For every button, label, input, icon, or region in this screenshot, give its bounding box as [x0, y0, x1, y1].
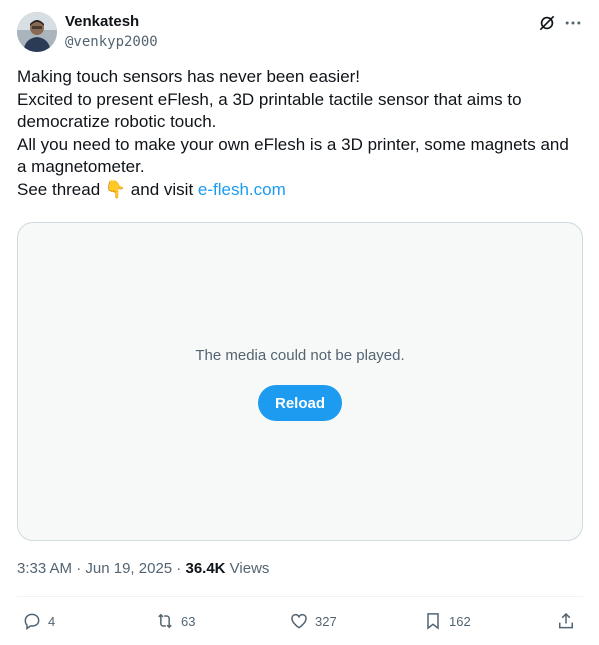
author-name[interactable]: Venkatesh — [65, 13, 139, 30]
heart-icon — [291, 613, 307, 629]
grok-slash-icon[interactable] — [536, 12, 558, 34]
repost-button[interactable]: 63 — [155, 609, 195, 633]
media-player: The media could not be played. Reload — [17, 222, 583, 541]
tweet-line: democratize robotic touch. — [17, 112, 217, 131]
more-horizontal-icon[interactable] — [562, 12, 584, 34]
website-link[interactable]: e-flesh.com — [198, 180, 286, 199]
profile-photo-icon — [17, 12, 57, 52]
tweet-text: Making touch sensors has never been easi… — [17, 66, 587, 201]
tweet-line: All you need to make your own eFlesh is … — [17, 134, 569, 154]
tweet-line: Excited to present eFlesh, a 3D printabl… — [17, 89, 522, 109]
author-handle[interactable]: @venkyp2000 — [65, 34, 158, 50]
views-label: Views — [225, 560, 270, 577]
meta-separator: · — [172, 560, 186, 577]
and-visit-text: and visit — [126, 179, 198, 199]
tweet-meta: 3:33 AM · Jun 19, 2025 · 36.4K Views — [17, 560, 269, 577]
share-icon — [559, 612, 573, 629]
like-count: 327 — [315, 613, 337, 629]
tweet-time[interactable]: 3:33 AM — [17, 560, 72, 577]
avatar[interactable] — [17, 12, 57, 52]
bookmark-button[interactable]: 162 — [423, 609, 471, 633]
tweet-line: Making touch sensors has never been easi… — [17, 67, 361, 86]
like-button[interactable]: 327 — [289, 609, 337, 633]
reply-icon — [24, 613, 40, 630]
divider — [17, 596, 583, 597]
reply-count: 4 — [48, 613, 56, 629]
meta-separator: · — [72, 560, 86, 577]
repost-icon — [158, 613, 172, 629]
bookmark-count: 162 — [449, 613, 471, 629]
bookmark-icon — [427, 613, 439, 630]
repost-count: 63 — [181, 613, 196, 629]
pointing-down-emoji-icon: 👇 — [104, 179, 127, 200]
see-thread-text: See thread — [17, 179, 105, 199]
views-count: 36.4K — [185, 560, 226, 577]
tweet-line-last: See thread 👇 and visit e-flesh.com — [17, 179, 587, 202]
reload-button[interactable]: Reload — [258, 385, 342, 421]
tweet-line: a magnetometer. — [17, 157, 145, 176]
reply-button[interactable]: 4 — [22, 609, 55, 633]
media-error-message: The media could not be played. — [195, 347, 405, 364]
tweet-date[interactable]: Jun 19, 2025 — [85, 560, 172, 577]
share-button[interactable] — [556, 609, 576, 633]
